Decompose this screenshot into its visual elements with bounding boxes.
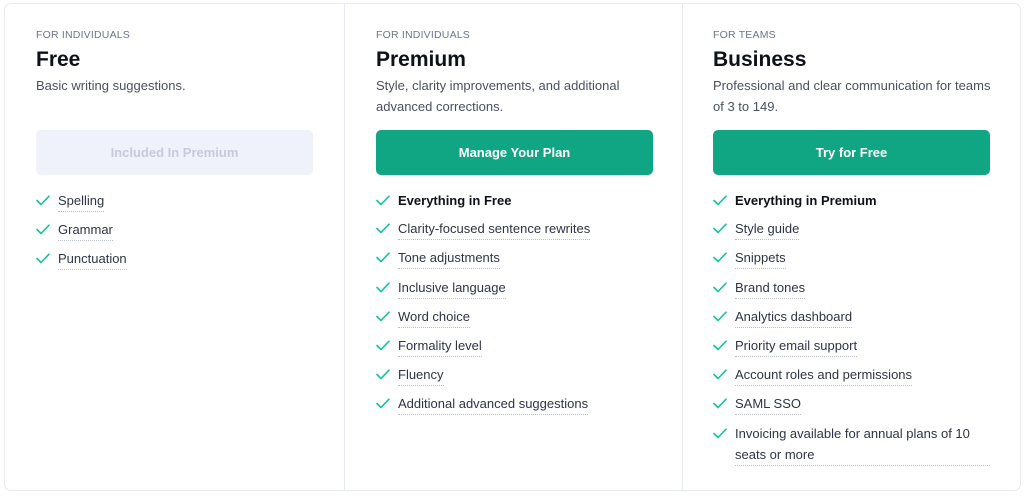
pricing-plans: FOR INDIVIDUALS Free Basic writing sugge… — [4, 3, 1021, 491]
feature-item: Invoicing available for annual plans of … — [713, 423, 1020, 466]
check-icon — [713, 190, 729, 211]
feature-label[interactable]: Fluency — [398, 364, 444, 387]
check-icon — [376, 218, 392, 239]
feature-item: Fluency — [376, 364, 682, 387]
feature-list: Everything in Free Clarity-focused senten… — [376, 190, 682, 416]
check-icon — [713, 218, 729, 239]
feature-label: Everything in Premium — [735, 193, 877, 208]
feature-item: Inclusive language — [376, 277, 682, 299]
check-icon — [713, 306, 729, 327]
check-icon — [713, 393, 729, 414]
feature-label[interactable]: Analytics dashboard — [735, 306, 853, 328]
check-icon — [376, 364, 392, 385]
check-icon — [36, 219, 52, 240]
plan-audience: FOR INDIVIDUALS — [36, 29, 131, 41]
check-icon — [376, 277, 392, 298]
feature-label[interactable]: Priority email support — [735, 335, 858, 357]
check-icon — [713, 364, 729, 385]
plan-name: Premium — [376, 48, 466, 71]
plan-name: Business — [713, 48, 807, 71]
check-icon — [713, 423, 729, 444]
check-icon — [376, 190, 392, 211]
check-icon — [713, 335, 729, 356]
try-for-free-button[interactable]: Try for Free — [713, 130, 990, 175]
feature-label[interactable]: Punctuation — [58, 248, 127, 271]
feature-label[interactable]: Tone adjustments — [398, 247, 500, 270]
check-icon — [36, 248, 52, 269]
feature-item: Spelling — [36, 190, 344, 212]
feature-item: Analytics dashboard — [713, 306, 1020, 328]
check-icon — [376, 393, 392, 414]
feature-label[interactable]: Word choice — [398, 306, 471, 328]
feature-item: Account roles and permissions — [713, 364, 1020, 387]
included-in-premium-button: Included In Premium — [36, 130, 313, 175]
plan-name: Free — [36, 48, 81, 71]
feature-list: Everything in Premium Style guide Snippets… — [713, 190, 1020, 466]
plan-description: Style, clarity improvements, and additio… — [376, 78, 620, 114]
plan-description: Professional and clear communication for… — [713, 78, 991, 114]
feature-item: Snippets — [713, 247, 1020, 270]
check-icon — [713, 277, 729, 298]
feature-item: Clarity-focused sentence rewrites — [376, 218, 682, 241]
feature-label[interactable]: SAML SSO — [735, 393, 801, 416]
check-icon — [376, 335, 392, 356]
plan-card-premium: FOR INDIVIDUALS Premium Style, clarity i… — [344, 4, 682, 490]
plan-card-business: FOR TEAMS Business Professional and clea… — [682, 4, 1020, 490]
plan-description: Basic writing suggestions. — [36, 78, 186, 93]
manage-your-plan-button[interactable]: Manage Your Plan — [376, 130, 653, 175]
feature-label[interactable]: Clarity-focused sentence rewrites — [398, 218, 591, 241]
plan-audience: FOR INDIVIDUALS — [376, 29, 471, 41]
feature-label[interactable]: Additional advanced suggestions — [398, 393, 589, 416]
check-icon — [713, 247, 729, 268]
feature-item: Grammar — [36, 219, 344, 242]
check-icon — [376, 306, 392, 327]
check-icon — [36, 190, 52, 211]
feature-label[interactable]: Grammar — [58, 219, 113, 242]
feature-label[interactable]: Formality level — [398, 335, 482, 357]
feature-label[interactable]: Snippets — [735, 247, 786, 270]
feature-list: Spelling Grammar Punctuation — [36, 190, 344, 271]
feature-label[interactable]: Style guide — [735, 218, 800, 241]
check-icon — [376, 247, 392, 268]
feature-item: Tone adjustments — [376, 247, 682, 270]
feature-item: Priority email support — [713, 335, 1020, 357]
feature-item: Everything in Premium — [713, 190, 1020, 211]
feature-item: Word choice — [376, 306, 682, 328]
feature-item: SAML SSO — [713, 393, 1020, 416]
feature-item: Everything in Free — [376, 190, 682, 211]
feature-item: Brand tones — [713, 277, 1020, 299]
feature-label[interactable]: Account roles and permissions — [735, 364, 913, 387]
feature-label[interactable]: Spelling — [58, 190, 105, 212]
feature-label[interactable]: Brand tones — [735, 277, 806, 299]
feature-label: Everything in Free — [398, 193, 512, 208]
feature-item: Punctuation — [36, 248, 344, 271]
feature-item: Style guide — [713, 218, 1020, 241]
feature-label[interactable]: Invoicing available for annual plans of … — [735, 423, 990, 466]
feature-label[interactable]: Inclusive language — [398, 277, 506, 299]
plan-audience: FOR TEAMS — [713, 29, 776, 41]
plan-card-free: FOR INDIVIDUALS Free Basic writing sugge… — [5, 4, 344, 490]
feature-item: Additional advanced suggestions — [376, 393, 682, 416]
feature-item: Formality level — [376, 335, 682, 357]
